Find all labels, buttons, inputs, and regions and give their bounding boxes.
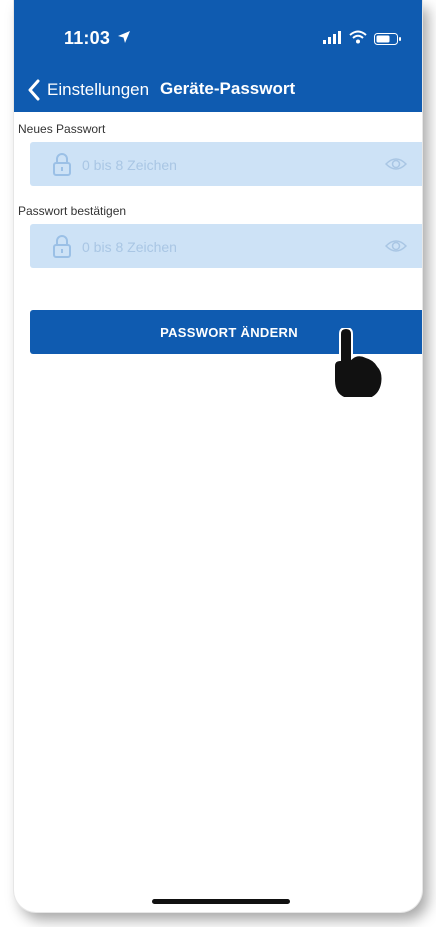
app-header: 11:03 Einstellungen Geräte-Passwort	[14, 0, 422, 112]
eye-icon[interactable]	[385, 237, 407, 255]
confirm-password-input[interactable]	[80, 224, 384, 270]
back-button[interactable]: Einstellungen	[27, 74, 149, 106]
battery-icon	[374, 33, 401, 45]
status-bar: 11:03	[14, 0, 422, 70]
status-time: 11:03	[64, 28, 111, 48]
page-title: Geräte-Passwort	[160, 79, 296, 98]
wifi-icon	[349, 30, 367, 44]
home-indicator	[152, 899, 290, 904]
lock-icon	[53, 235, 71, 258]
new-password-label: Neues Passwort	[18, 122, 106, 136]
new-password-field[interactable]	[30, 142, 422, 188]
chevron-left-icon	[28, 79, 40, 101]
lock-icon	[53, 153, 71, 176]
new-password-input[interactable]	[80, 142, 384, 188]
confirm-password-label: Passwort bestätigen	[18, 204, 127, 218]
eye-icon[interactable]	[385, 155, 407, 173]
confirm-password-field[interactable]	[30, 224, 422, 270]
navigation-bar: Einstellungen Geräte-Passwort	[14, 70, 422, 110]
back-label: Einstellungen	[47, 80, 150, 99]
location-arrow-icon	[118, 31, 130, 43]
signal-icon	[323, 31, 341, 44]
phone-screen: 11:03 Einstellungen Geräte-Passwort Neue…	[14, 0, 422, 912]
hand-pointer-icon	[333, 328, 384, 399]
